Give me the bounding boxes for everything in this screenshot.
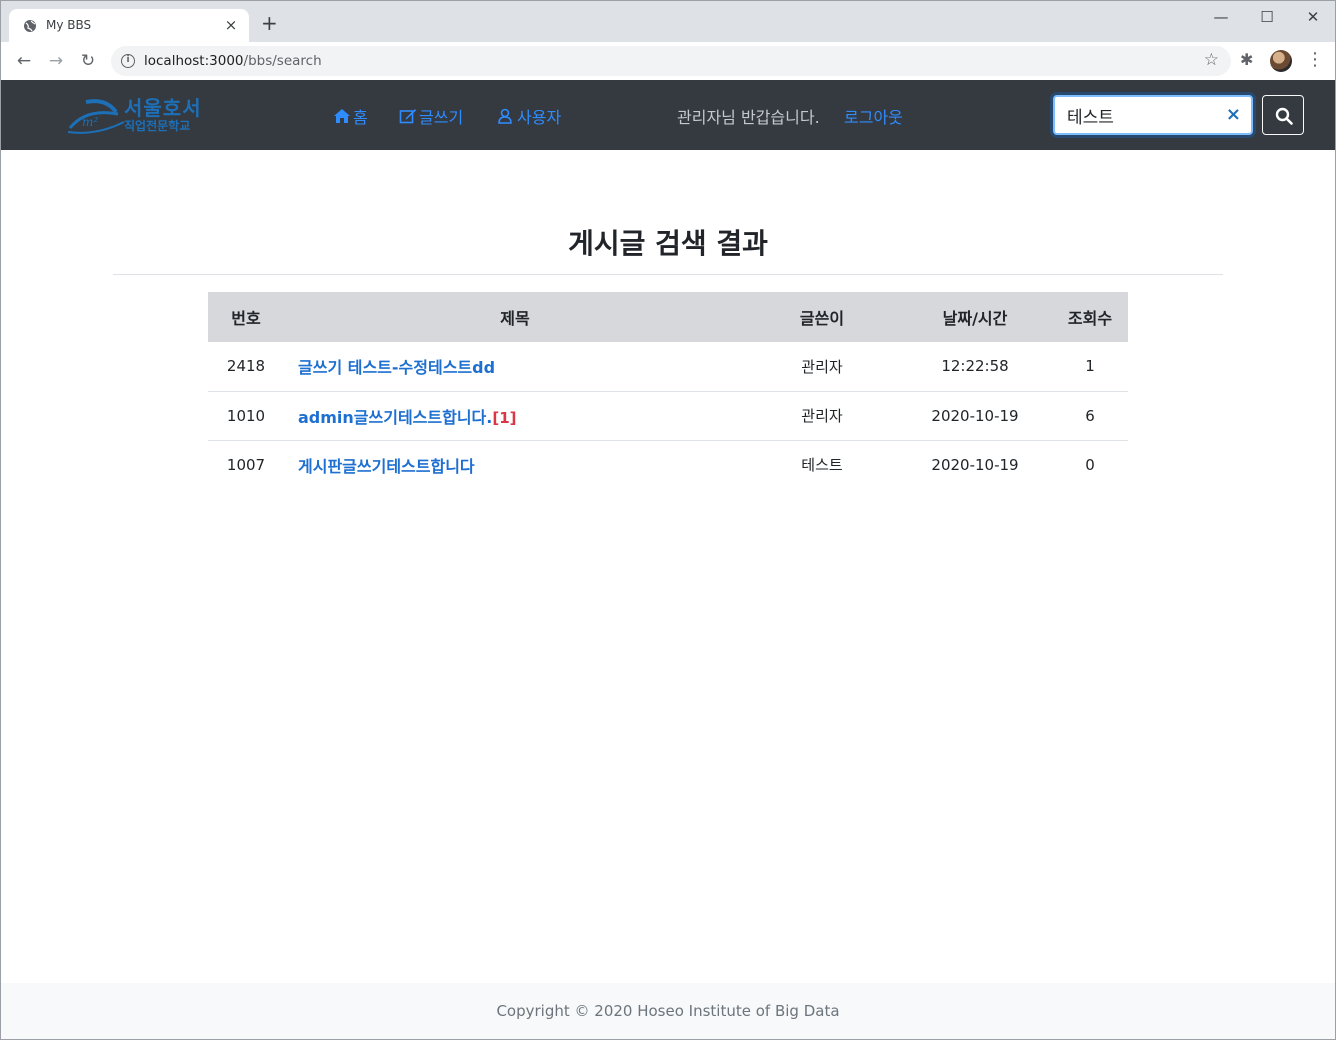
forward-icon[interactable]: → [45, 50, 67, 72]
logo-swoosh-icon: m² [67, 99, 125, 134]
window-close-button[interactable]: ✕ [1290, 5, 1336, 29]
svg-text:m²: m² [82, 115, 98, 129]
clear-search-icon[interactable]: × [1226, 106, 1241, 124]
nav-home-link[interactable]: 홈 [333, 104, 368, 128]
reload-icon[interactable]: ↻ [77, 50, 99, 72]
new-tab-button[interactable]: + [261, 13, 278, 33]
browser-tabbar: My BBS × + — ☐ ✕ [0, 0, 1336, 43]
nav-home-label: 홈 [353, 108, 368, 127]
maximize-button[interactable]: ☐ [1244, 5, 1290, 29]
post-number: 1010 [226, 406, 266, 425]
nav-write-link[interactable]: 글쓰기 [399, 104, 463, 128]
browser-menu-icon[interactable]: ⋮ [1306, 48, 1324, 72]
nav-write-label: 글쓰기 [419, 108, 464, 127]
logout-link[interactable]: 로그아웃 [844, 104, 903, 128]
tab-title: My BBS [46, 18, 92, 32]
site-footer: Copyright © 2020 Hoseo Institute of Big … [1, 983, 1335, 1039]
post-date: 2020-10-19 [931, 406, 1019, 425]
post-subject-cell: admin글쓰기테스트합니다.[1] [284, 391, 746, 440]
col-header-number: 번호 [231, 309, 261, 328]
col-header-subject: 제목 [500, 309, 530, 328]
tab-close-icon[interactable]: × [223, 17, 239, 33]
nav-users-link[interactable]: 사용자 [497, 104, 561, 128]
url-host: localhost:3000 [144, 53, 244, 69]
bookmark-star-icon[interactable]: ☆ [1204, 50, 1219, 70]
post-subject-cell: 글쓰기 테스트-수정테스트dd [284, 342, 746, 391]
post-author: 관리자 [801, 357, 843, 376]
logo-subtitle: 직업전문학교 [124, 119, 191, 133]
col-header-views: 조회수 [1067, 309, 1113, 328]
post-subject-link[interactable]: 글쓰기 테스트-수정테스트dd [298, 358, 495, 377]
user-icon [498, 108, 512, 124]
post-date: 12:22:58 [941, 357, 1009, 376]
search-icon [1275, 107, 1293, 125]
table-row: 1010 admin글쓰기테스트합니다.[1] 관리자 2020-10-19 6 [208, 391, 1128, 440]
greeting-text: 관리자님 반갑습니다. [677, 108, 820, 127]
back-icon[interactable]: ← [13, 50, 35, 72]
post-subject-link[interactable]: admin글쓰기테스트합니다. [298, 408, 492, 427]
col-header-author: 글쓴이 [799, 309, 845, 328]
post-subject-link[interactable]: 게시판글쓰기테스트합니다 [298, 457, 475, 476]
col-header-datetime: 날짜/시간 [942, 309, 1008, 328]
extensions-icon[interactable]: ✱ [1240, 50, 1253, 69]
browser-tab[interactable]: My BBS × [9, 9, 249, 43]
globe-icon [24, 20, 36, 32]
minimize-button[interactable]: — [1198, 5, 1244, 29]
site-logo[interactable]: m² 서울호서 직업전문학교 [66, 94, 211, 136]
post-author: 관리자 [801, 407, 843, 425]
browser-toolbar: ← → ↻ i localhost:3000/bbs/search ☆ [0, 42, 1336, 80]
post-views: 0 [1085, 455, 1095, 474]
post-date: 2020-10-19 [931, 455, 1019, 474]
search-button[interactable] [1262, 95, 1304, 135]
site-navbar: m² 서울호서 직업전문학교 홈 글쓰기 사용자 관리자님 반갑습니다. 로그아… [1, 80, 1335, 150]
profile-avatar[interactable] [1270, 50, 1292, 72]
address-bar[interactable]: i localhost:3000/bbs/search ☆ [111, 46, 1231, 76]
comment-count: [1] [492, 408, 517, 427]
post-author: 테스트 [801, 456, 843, 475]
copyright-text: Copyright © 2020 Hoseo Institute of Big … [496, 1002, 840, 1020]
post-views: 1 [1085, 357, 1095, 376]
url-text[interactable]: localhost:3000/bbs/search [144, 53, 322, 69]
site-info-icon[interactable]: i [121, 54, 135, 68]
table-row: 1007 게시판글쓰기테스트합니다 테스트 2020-10-19 0 [208, 440, 1128, 489]
page-title: 게시글 검색 결과 [568, 227, 768, 260]
edit-icon [399, 109, 416, 124]
search-results-table: 번호 제목 글쓴이 날짜/시간 조회수 2418 글쓰기 테스트-수정테스트dd… [208, 292, 1128, 489]
post-number: 1007 [226, 455, 266, 474]
post-views: 6 [1085, 406, 1095, 425]
search-input[interactable] [1067, 105, 1217, 125]
post-number: 2418 [226, 357, 266, 376]
table-header-row: 번호 제목 글쓴이 날짜/시간 조회수 [208, 292, 1128, 342]
search-field[interactable]: × [1053, 95, 1253, 135]
home-icon [334, 109, 350, 123]
table-row: 2418 글쓰기 테스트-수정테스트dd 관리자 12:22:58 1 [208, 342, 1128, 391]
post-subject-cell: 게시판글쓰기테스트합니다 [284, 440, 746, 489]
url-path: /bbs/search [243, 53, 322, 69]
title-divider [113, 274, 1223, 275]
nav-users-label: 사용자 [517, 108, 562, 127]
